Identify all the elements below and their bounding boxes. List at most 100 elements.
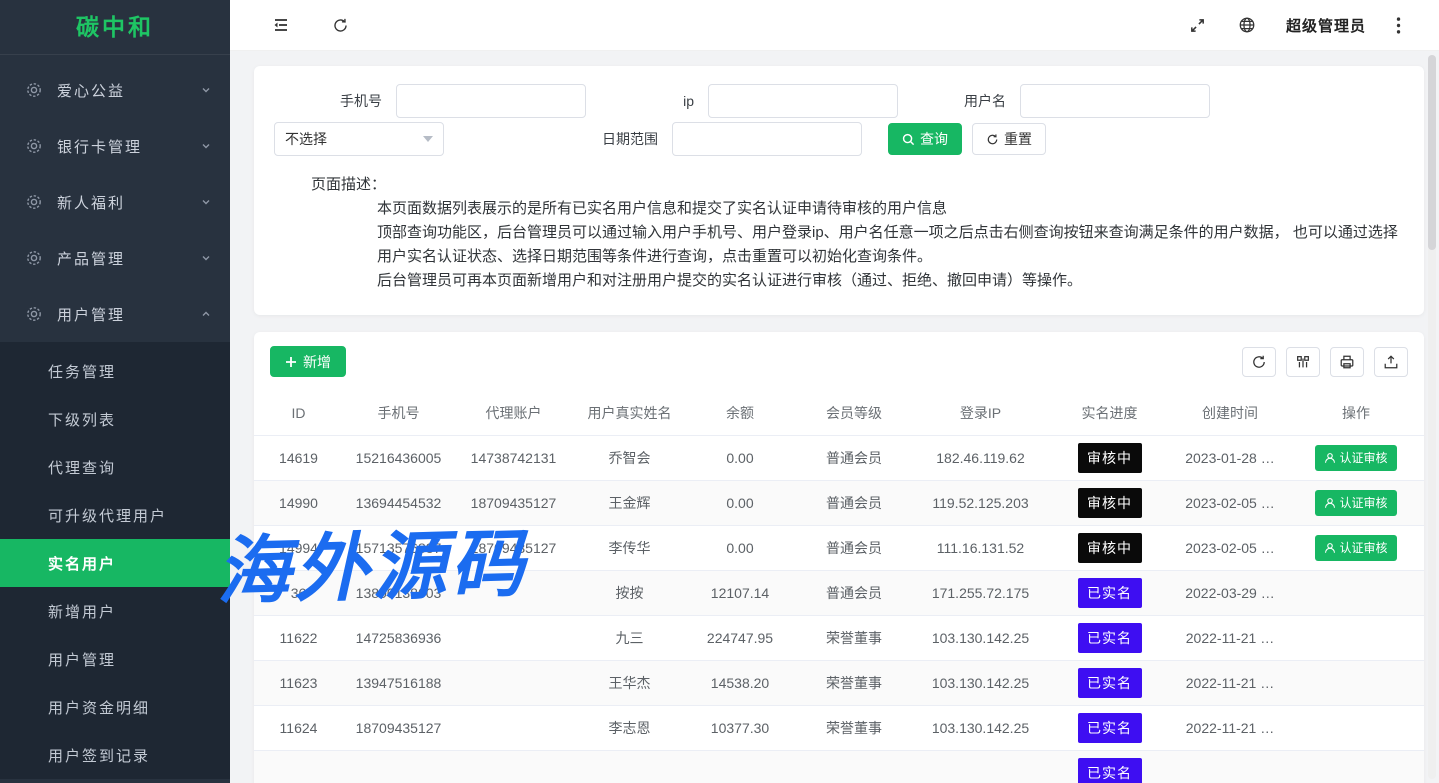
sidebar-menu-item[interactable]: 新人福利	[0, 174, 230, 230]
cell-login-ip: 182.46.119.62	[914, 435, 1047, 480]
sidebar-submenu-item-active[interactable]: 实名用户	[0, 539, 230, 587]
export-button[interactable]	[1374, 347, 1408, 377]
gear-icon	[26, 138, 42, 154]
cell-id: 11622	[254, 615, 343, 660]
chevron-down-icon	[200, 140, 212, 152]
sidebar-menu-item[interactable]: 爱心公益	[0, 62, 230, 118]
sidebar-submenu-item[interactable]: 用户资金明细	[0, 683, 230, 731]
page-refresh-button[interactable]	[330, 15, 351, 36]
cell-login-ip: 103.130.142.25	[914, 615, 1047, 660]
table-header-row: ID手机号代理账户用户真实姓名余额会员等级登录IP实名进度创建时间操作	[254, 391, 1424, 435]
table-row[interactable]: 36 13800138003 按按 12107.14 普通会员 171.255.…	[254, 570, 1424, 615]
status-badge: 已实名	[1078, 668, 1142, 698]
sidebar-submenu-item[interactable]: 用户管理	[0, 635, 230, 683]
cell-phone: 13800138003	[343, 570, 454, 615]
cell-actions	[1288, 570, 1424, 615]
gear-icon	[26, 82, 42, 98]
username-input[interactable]	[1020, 84, 1210, 118]
sidebar-submenu-item[interactable]: 下级列表	[0, 395, 230, 443]
cell-level: 普通会员	[794, 480, 914, 525]
sidebar-submenu-item-label: 任务管理	[48, 361, 116, 382]
phone-field-group: 手机号	[274, 84, 586, 118]
main-content: 手机号 ip 用户名 不选择 日期范围	[230, 51, 1439, 783]
date-range-label: 日期范围	[444, 129, 672, 149]
description-line: 后台管理员可再本页面新增用户和对注册用户提交的实名认证进行审核（通过、拒绝、撤回…	[377, 269, 1404, 293]
search-row-2: 不选择 日期范围 查询 重置	[274, 122, 1404, 156]
cell-realname: 王金辉	[573, 480, 686, 525]
cell-agent: 18709435127	[454, 480, 573, 525]
sidebar-collapse-button[interactable]	[270, 14, 292, 36]
cell-created: 2023-02-05 …	[1172, 480, 1288, 525]
cell-created: 2022-11-21 …	[1172, 705, 1288, 750]
table-tools	[1242, 347, 1408, 377]
username-field-group: 用户名	[898, 84, 1210, 118]
print-button[interactable]	[1330, 347, 1364, 377]
cell-phone: 15713576887	[343, 525, 454, 570]
cell-login-ip: 119.52.125.203	[914, 480, 1047, 525]
status-badge: 已实名	[1078, 758, 1142, 783]
table-row[interactable]: 11624 18709435127 李志恩 10377.30 荣誉董事 103.…	[254, 705, 1424, 750]
sidebar-submenu-item[interactable]: 任务管理	[0, 347, 230, 395]
column-header: 操作	[1288, 391, 1424, 435]
table-row[interactable]: 14990 13694454532 18709435127 王金辉 0.00 普…	[254, 480, 1424, 525]
sidebar-submenu-item[interactable]: 代理查询	[0, 443, 230, 491]
sidebar-menu-item[interactable]: 产品管理	[0, 230, 230, 286]
plus-icon	[285, 356, 297, 368]
table-row[interactable]: 11622 14725836936 九三 224747.95 荣誉董事 103.…	[254, 615, 1424, 660]
sidebar-submenu-item-label: 可升级代理用户	[48, 505, 167, 526]
person-icon	[1324, 452, 1336, 464]
sidebar-menu-item-label: 产品管理	[57, 248, 200, 269]
reset-button[interactable]: 重置	[972, 123, 1046, 155]
table-refresh-button[interactable]	[1242, 347, 1276, 377]
table-row[interactable]: 14994 15713576887 18709435127 李传华 0.00 普…	[254, 525, 1424, 570]
fullscreen-button[interactable]	[1187, 15, 1208, 36]
status-select[interactable]: 不选择	[274, 122, 444, 156]
date-range-input[interactable]	[672, 122, 862, 156]
table-row[interactable]: 已实名	[254, 750, 1424, 783]
language-button[interactable]	[1236, 14, 1258, 36]
cell-phone: 13694454532	[343, 480, 454, 525]
phone-input[interactable]	[396, 84, 586, 118]
sidebar-menu-item-label: 银行卡管理	[57, 136, 200, 157]
sidebar-submenu-item[interactable]: 可升级代理用户	[0, 491, 230, 539]
cell-level: 普通会员	[794, 570, 914, 615]
chevron-up-icon	[200, 308, 212, 320]
sidebar-menu-item-label: 用户管理	[57, 304, 200, 325]
scrollbar-thumb[interactable]	[1428, 55, 1436, 250]
sidebar-submenu-item[interactable]: 新增用户	[0, 587, 230, 635]
query-button[interactable]: 查询	[888, 123, 962, 155]
cell-balance: 0.00	[686, 525, 794, 570]
sidebar-menu-item[interactable]: 用户管理	[0, 286, 230, 342]
status-select-value: 不选择	[285, 129, 327, 149]
auth-audit-button[interactable]: 认证审核	[1315, 535, 1396, 561]
cell-agent	[454, 705, 573, 750]
sidebar-menu-item[interactable]: 银行卡管理	[0, 118, 230, 174]
cell-level: 普通会员	[794, 525, 914, 570]
more-menu-button[interactable]	[1394, 15, 1403, 36]
scrollbar[interactable]	[1428, 55, 1436, 779]
cell-login-ip: 103.130.142.25	[914, 705, 1047, 750]
sidebar-submenu-item[interactable]: 用户签到记录	[0, 731, 230, 779]
ip-input[interactable]	[708, 84, 898, 118]
cell-id: 11623	[254, 660, 343, 705]
cell-level: 普通会员	[794, 435, 914, 480]
auth-audit-button[interactable]: 认证审核	[1315, 490, 1396, 516]
print-icon	[1339, 354, 1355, 370]
cell-level: 荣誉董事	[794, 615, 914, 660]
search-card: 手机号 ip 用户名 不选择 日期范围	[254, 66, 1424, 315]
column-header: 登录IP	[914, 391, 1047, 435]
status-badge: 审核中	[1078, 443, 1142, 473]
app-logo: 碳中和	[0, 0, 230, 55]
table-row[interactable]: 14619 15216436005 14738742131 乔智会 0.00 普…	[254, 435, 1424, 480]
column-header: ID	[254, 391, 343, 435]
sidebar-submenu-item-label: 新增用户	[48, 601, 116, 622]
status-badge: 审核中	[1078, 488, 1142, 518]
add-user-button[interactable]: 新增	[270, 346, 346, 377]
current-user[interactable]: 超级管理员	[1286, 15, 1366, 36]
table-row[interactable]: 11623 13947516188 王华杰 14538.20 荣誉董事 103.…	[254, 660, 1424, 705]
cell-id: 14994	[254, 525, 343, 570]
table-toolbar: 新增	[254, 332, 1424, 391]
cell-agent: 14738742131	[454, 435, 573, 480]
auth-audit-button[interactable]: 认证审核	[1315, 445, 1396, 471]
column-settings-button[interactable]	[1286, 347, 1320, 377]
